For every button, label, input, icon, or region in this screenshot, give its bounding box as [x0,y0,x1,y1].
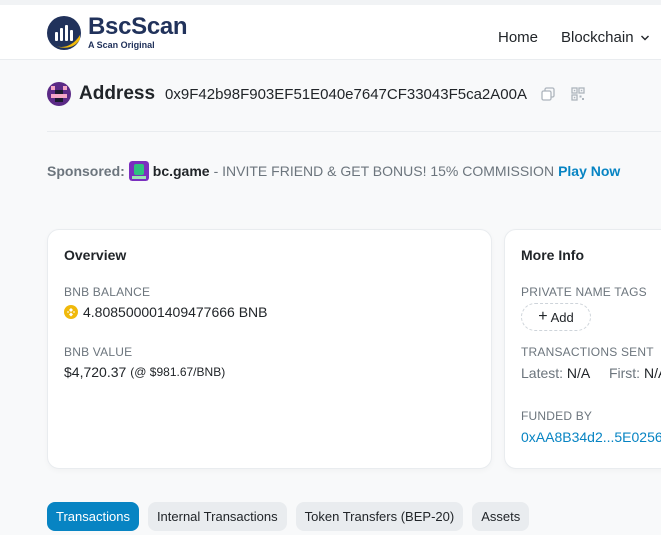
play-now-link[interactable]: Play Now [558,163,620,179]
bc-game-logo-icon [128,161,149,181]
overview-title: Overview [64,247,127,263]
bnb-value-label: BNB VALUE [64,345,133,359]
more-info-title: More Info [521,247,584,263]
chevron-down-icon [640,35,649,40]
latest-label: Latest: [521,365,564,381]
logo-name: BscScan [88,13,188,40]
copy-icon[interactable] [539,85,557,103]
sponsor-name[interactable]: bc.game [153,163,210,179]
bscscan-logo[interactable]: BscScan A Scan Original [46,13,188,51]
sponsor-label: Sponsored: [47,163,125,179]
top-navbar: BscScan A Scan Original Home Blockchain [0,0,661,60]
tab-transactions[interactable]: Transactions [47,502,139,531]
more-info-card: More Info PRIVATE NAME TAGS + Add TRANSA… [504,229,661,469]
sponsored-banner: Sponsored: bc.game - INVITE FRIEND & GET… [47,161,620,181]
private-name-tags-label: PRIVATE NAME TAGS [521,285,647,299]
overview-card: Overview BNB BALANCE 4.80850000140947766… [47,229,492,469]
nav-blockchain[interactable]: Blockchain [561,29,650,46]
transactions-sent-values: Latest: N/A First: N/A [521,365,661,381]
add-button-label: Add [550,309,574,325]
bnb-balance-label: BNB BALANCE [64,285,151,299]
bnb-balance-amount: 4.808500001409477666 BNB [83,304,268,320]
bnb-coin-icon [64,305,78,319]
plus-icon: + [538,308,548,325]
tab-assets[interactable]: Assets [472,502,530,531]
logo-tagline: A Scan Original [88,40,155,50]
bnb-balance-value: 4.808500001409477666 BNB [64,304,268,320]
tab-internal-transactions[interactable]: Internal Transactions [147,502,287,531]
address-header: Address 0x9F42b98F903EF51E040e7647CF3304… [47,82,587,106]
bnb-value: $4,720.37 (@ $981.67/BNB) [64,364,225,380]
address-tabs: Transactions Internal Transactions Token… [47,502,538,531]
tab-token-transfers[interactable]: Token Transfers (BEP-20) [295,502,464,531]
add-name-tag-button[interactable]: + Add [521,303,591,331]
bnb-value-amount: $4,720.37 [64,364,127,380]
qr-code-icon[interactable] [569,85,587,103]
funded-by-link[interactable]: 0xAA8B34d2...5E0256 [521,429,661,445]
divider [47,131,661,132]
page-title: Address [79,83,156,104]
sponsor-text: - INVITE FRIEND & GET BONUS! 15% COMMISS… [213,163,555,179]
transactions-sent-label: TRANSACTIONS SENT [521,345,654,359]
bnb-value-rate: (@ $981.67/BNB) [130,365,226,379]
bscscan-logo-icon [47,16,81,50]
nav-home[interactable]: Home [498,29,538,46]
first-value: N/A [643,365,661,381]
latest-value: N/A [566,365,590,381]
funded-by-label: FUNDED BY [521,409,593,423]
first-label: First: [608,365,641,381]
address-hash: 0x9F42b98F903EF51E040e7647CF33043F5ca2A0… [165,85,527,103]
nav-blockchain-label: Blockchain [561,29,634,46]
address-avatar-icon [47,82,71,106]
